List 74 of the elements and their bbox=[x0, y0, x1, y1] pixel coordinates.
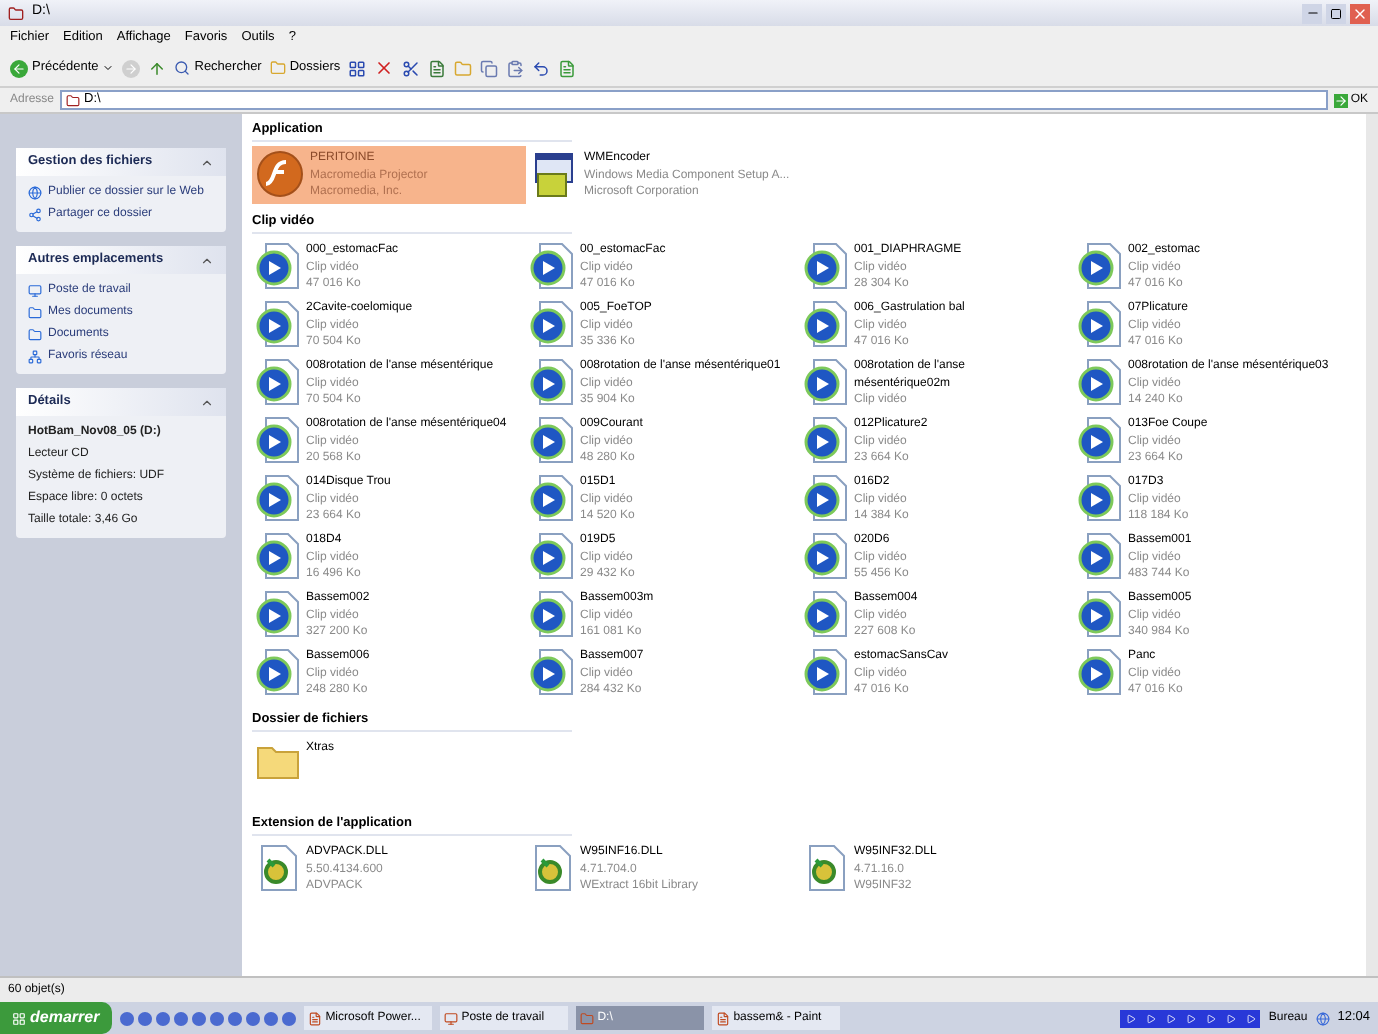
windows-logo-icon bbox=[12, 1011, 26, 1025]
video-file-icon bbox=[804, 532, 848, 580]
folder-icon bbox=[66, 93, 81, 107]
view-icon[interactable] bbox=[348, 59, 367, 77]
collapse-icon[interactable] bbox=[200, 395, 214, 409]
video-file-icon bbox=[256, 416, 300, 464]
video-file-icon bbox=[530, 358, 574, 406]
minimize-button[interactable] bbox=[1302, 3, 1322, 23]
video-file-icon bbox=[804, 242, 848, 290]
quick-launch-icons-drawing[interactable] bbox=[119, 1011, 296, 1025]
video-file-icon bbox=[256, 242, 300, 290]
close-button[interactable] bbox=[1350, 3, 1370, 23]
video-file-icon bbox=[1078, 648, 1122, 696]
video-file-icon bbox=[804, 300, 848, 348]
collapse-icon[interactable] bbox=[200, 253, 214, 267]
document-icon bbox=[307, 1011, 322, 1025]
video-file-icon bbox=[530, 416, 574, 464]
video-file-icon bbox=[256, 300, 300, 348]
video-file-icon bbox=[530, 590, 574, 638]
video-file-icon bbox=[804, 416, 848, 464]
back-arrow-icon bbox=[12, 61, 26, 75]
folder-icon bbox=[8, 5, 24, 21]
delete-icon[interactable] bbox=[374, 58, 395, 78]
video-file-icon bbox=[1078, 590, 1122, 638]
video-file-icon bbox=[256, 532, 300, 580]
installer-icon bbox=[530, 150, 578, 198]
video-file-icon bbox=[530, 648, 574, 696]
video-file-icon bbox=[804, 474, 848, 522]
video-file-icon bbox=[530, 474, 574, 522]
video-file-icon bbox=[1078, 358, 1122, 406]
share-icon bbox=[28, 208, 42, 222]
caret-icon bbox=[102, 62, 115, 74]
video-file-icon bbox=[256, 474, 300, 522]
video-file-icon bbox=[1078, 242, 1122, 290]
folder-icon bbox=[579, 1011, 594, 1025]
start-button[interactable]: demarrer bbox=[0, 1002, 112, 1034]
video-file-icon bbox=[1078, 416, 1122, 464]
minimize-icon bbox=[1305, 6, 1319, 20]
video-file-icon bbox=[804, 358, 848, 406]
video-file-icon bbox=[804, 648, 848, 696]
video-file-icon bbox=[256, 648, 300, 696]
video-file-icon bbox=[530, 300, 574, 348]
undo-icon[interactable] bbox=[532, 59, 551, 77]
folder-icon bbox=[28, 306, 42, 320]
close-icon bbox=[1352, 5, 1368, 21]
properties-icon[interactable] bbox=[558, 59, 577, 77]
video-file-icon bbox=[1078, 474, 1122, 522]
collapse-icon[interactable] bbox=[200, 155, 214, 169]
desktop-toolbar-drawing[interactable] bbox=[1120, 1009, 1261, 1027]
video-file-icon bbox=[804, 590, 848, 638]
document-icon bbox=[715, 1011, 730, 1025]
video-file-icon bbox=[530, 532, 574, 580]
paste-icon[interactable] bbox=[506, 59, 525, 77]
computer-icon bbox=[28, 284, 42, 298]
video-file-icon bbox=[256, 590, 300, 638]
maximize-icon bbox=[1330, 7, 1342, 19]
search-icon bbox=[174, 60, 191, 76]
computer-icon bbox=[443, 1011, 458, 1025]
tray-icon[interactable] bbox=[1315, 1011, 1330, 1025]
video-file-icon bbox=[530, 242, 574, 290]
video-file-icon bbox=[1078, 532, 1122, 580]
document-icon[interactable] bbox=[428, 59, 447, 77]
network-icon bbox=[28, 350, 42, 364]
folder-icon bbox=[269, 60, 286, 76]
arrow-icon bbox=[1334, 93, 1349, 107]
copy-icon[interactable] bbox=[480, 59, 499, 77]
video-file-icon bbox=[256, 358, 300, 406]
maximize-button[interactable] bbox=[1326, 3, 1346, 23]
flash-logo-icon bbox=[256, 150, 304, 198]
globe-icon bbox=[28, 186, 42, 200]
folder-icon bbox=[28, 328, 42, 342]
video-file-icon bbox=[1078, 300, 1122, 348]
up-arrow-icon[interactable] bbox=[148, 59, 167, 77]
cut-icon[interactable] bbox=[402, 59, 421, 77]
